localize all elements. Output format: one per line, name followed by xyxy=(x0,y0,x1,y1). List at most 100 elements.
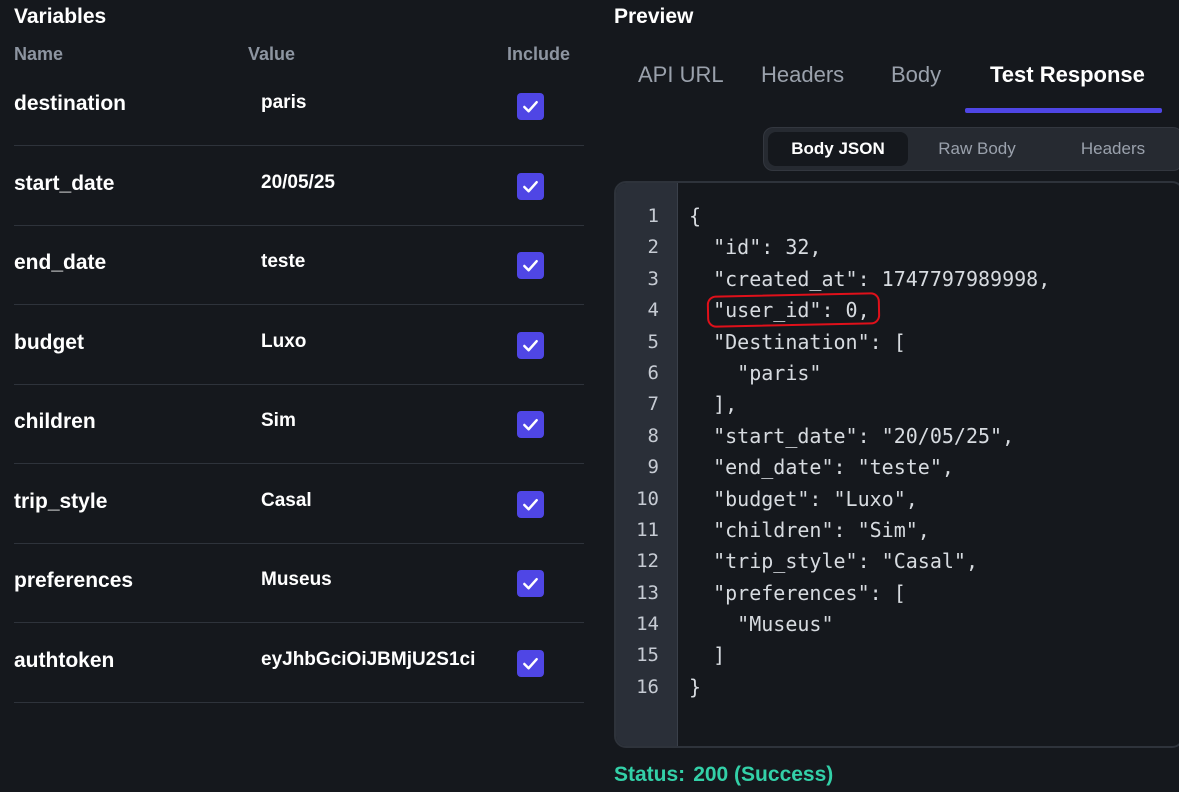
variable-row: start_date 20/05/25 xyxy=(14,146,584,226)
include-checkbox[interactable] xyxy=(517,411,544,438)
line-number: 15 xyxy=(636,644,659,667)
tab-test-response[interactable]: Test Response xyxy=(990,62,1145,88)
tab-headers[interactable]: Headers xyxy=(761,62,844,88)
column-name-header: Name xyxy=(14,44,64,64)
code-lines: 1{2 "id": 32, 3 "created_at": 17477979899… xyxy=(616,201,1179,703)
code-line: 14 "Museus" xyxy=(616,609,1179,640)
subtab-headers[interactable]: Headers xyxy=(1046,132,1179,166)
checkmark-icon xyxy=(523,577,538,590)
code-text: "budget": "Luxo", xyxy=(689,486,918,511)
code-line: 12 "trip_style": "Casal", xyxy=(616,546,1179,577)
code-text: ], xyxy=(689,392,738,417)
variable-name: preferences xyxy=(14,569,134,592)
include-checkbox[interactable] xyxy=(517,649,544,677)
tab-api-url[interactable]: API URL xyxy=(638,62,724,88)
line-number: 7 xyxy=(647,393,659,416)
subtab-body-json[interactable]: Body JSON xyxy=(768,132,908,166)
status-value: 200 (Success) xyxy=(693,763,834,786)
code-text: "paris" xyxy=(689,360,822,385)
variable-name: destination xyxy=(14,92,127,115)
code-line: 1{ xyxy=(616,201,1179,232)
code-line: 11 "children": "Sim", xyxy=(616,515,1179,546)
variable-name: children xyxy=(14,410,96,433)
checkmark-icon xyxy=(523,339,538,351)
include-checkbox[interactable] xyxy=(517,570,544,597)
variable-row: preferences Museus xyxy=(14,543,584,623)
variable-value[interactable]: Sim xyxy=(261,410,501,432)
tab-body[interactable]: Body xyxy=(891,62,941,88)
preview-tabs: API URL Headers Body Test Response xyxy=(600,50,1179,114)
variable-value[interactable]: Casal xyxy=(261,490,501,512)
variable-name: budget xyxy=(14,330,84,354)
code-line: 15 ] xyxy=(616,640,1179,671)
code-line: 2 "id": 32, xyxy=(616,232,1179,263)
code-line: 5 "Destination": [ xyxy=(616,327,1179,358)
line-number: 5 xyxy=(647,330,659,353)
include-checkbox[interactable] xyxy=(517,490,544,518)
line-number: 8 xyxy=(647,424,659,447)
checkmark-icon xyxy=(523,259,538,272)
checkmark-icon xyxy=(523,180,538,192)
red-annotation-circle xyxy=(706,292,881,328)
code-text: "Destination": [ xyxy=(689,329,906,354)
variable-name: end_date xyxy=(14,251,107,274)
response-view-switcher: Body JSON Raw Body Headers xyxy=(763,127,1179,171)
code-text: "end_date": "teste", xyxy=(689,455,954,480)
code-line: 3 "created_at": 1747797989998, xyxy=(616,264,1179,295)
variables-header: Name Value Include xyxy=(0,44,584,66)
code-line: 6 "paris" xyxy=(616,358,1179,389)
variable-row: budget Luxo xyxy=(14,305,584,385)
code-text: ] xyxy=(689,643,726,668)
line-number: 11 xyxy=(636,518,659,541)
line-number: 12 xyxy=(636,550,659,573)
line-number: 2 xyxy=(647,236,659,259)
code-text: { xyxy=(689,204,702,228)
subtab-raw-body[interactable]: Raw Body xyxy=(908,132,1046,166)
line-number: 1 xyxy=(647,205,659,227)
variable-value[interactable]: eyJhbGciOiJBMjU2S1ci xyxy=(261,649,501,671)
code-line: 8 "start_date": "20/05/25", xyxy=(616,421,1179,452)
code-text: "id": 32, xyxy=(689,235,822,260)
variable-name: trip_style xyxy=(14,489,108,513)
variable-value[interactable]: Museus xyxy=(261,569,501,591)
status-label: Status: xyxy=(614,763,686,786)
app-root: Variables Name Value Include destination… xyxy=(0,0,1179,792)
variable-value[interactable]: paris xyxy=(261,92,501,114)
code-text: "children": "Sim", xyxy=(689,517,930,542)
variables-panel: Variables Name Value Include destination… xyxy=(0,0,584,792)
line-number: 6 xyxy=(647,361,659,384)
code-text: } xyxy=(689,674,702,699)
line-number: 10 xyxy=(636,487,659,510)
preview-panel: Preview API URL Headers Body Test Respon… xyxy=(600,0,1179,792)
preview-title: Preview xyxy=(614,5,694,28)
include-checkbox[interactable] xyxy=(517,331,544,359)
variable-value[interactable]: teste xyxy=(261,251,501,273)
checkmark-icon xyxy=(523,657,538,669)
code-line: 4 "user_id": 0, xyxy=(616,295,1179,326)
variable-name: start_date xyxy=(14,171,115,195)
json-code-viewer[interactable]: 1{2 "id": 32, 3 "created_at": 17477979899… xyxy=(614,181,1179,748)
code-line: 7 ], xyxy=(616,389,1179,420)
line-number: 13 xyxy=(636,581,659,604)
variable-row: children Sim xyxy=(14,384,584,464)
checkmark-icon xyxy=(523,100,538,113)
active-tab-indicator xyxy=(965,108,1162,113)
status-line: Status: 200 (Success) xyxy=(614,763,833,787)
checkmark-icon xyxy=(523,418,538,431)
variable-value[interactable]: Luxo xyxy=(261,331,501,353)
code-text: "created_at": 1747797989998, xyxy=(689,266,1051,291)
code-line: 9 "end_date": "teste", xyxy=(616,452,1179,483)
include-checkbox[interactable] xyxy=(517,252,544,279)
variable-row: end_date teste xyxy=(14,225,584,305)
line-number: 3 xyxy=(647,267,659,290)
column-value-header: Value xyxy=(248,44,296,64)
include-checkbox[interactable] xyxy=(517,93,544,120)
line-number: 9 xyxy=(647,456,659,479)
variable-value[interactable]: 20/05/25 xyxy=(261,172,501,194)
line-number: 16 xyxy=(636,675,659,698)
variable-row: trip_style Casal xyxy=(14,464,584,544)
include-checkbox[interactable] xyxy=(517,172,544,200)
variable-name: authtoken xyxy=(14,648,115,672)
line-number: 4 xyxy=(647,299,659,322)
column-include-header: Include xyxy=(507,44,571,64)
